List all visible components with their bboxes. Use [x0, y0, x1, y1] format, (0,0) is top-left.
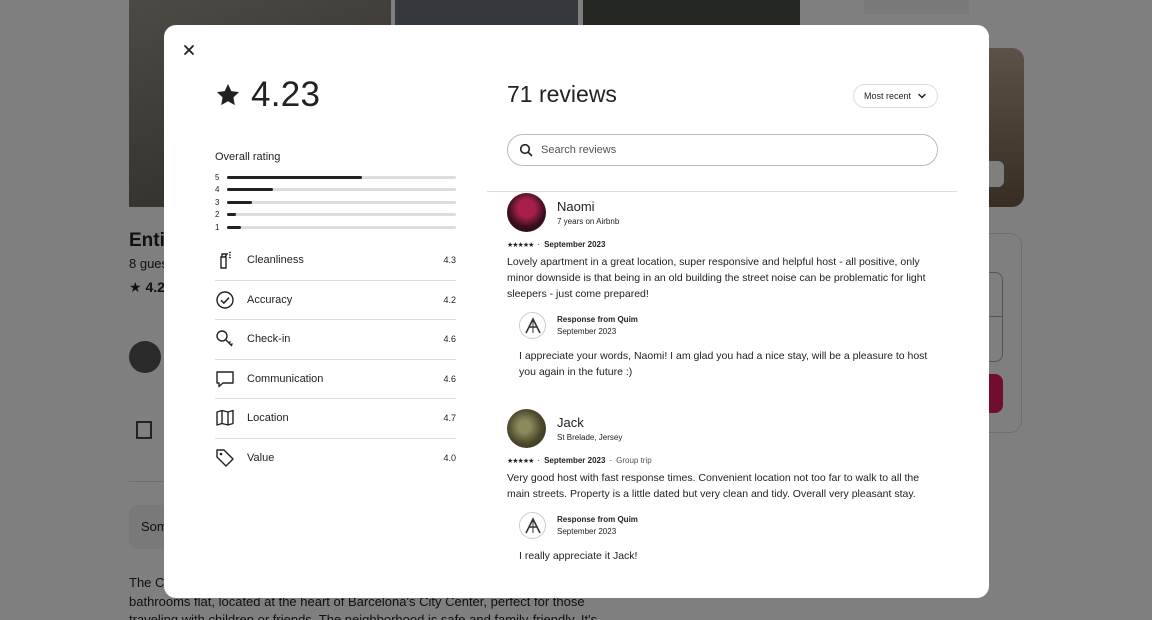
close-button[interactable]: [176, 37, 202, 63]
category-row-location: Location 4.7: [215, 399, 456, 439]
distribution-row-4: 4: [215, 184, 456, 197]
response-text: I appreciate your words, Naomi! I am gla…: [519, 350, 928, 378]
distribution-row-1: 1: [215, 221, 456, 234]
distribution-star-label: 2: [215, 210, 220, 220]
reviewer-avatar[interactable]: [507, 409, 546, 448]
distribution-fill: [227, 188, 273, 192]
review-header: Naomi 7 years on Airbnb: [507, 193, 939, 232]
reviewer-subtitle: 7 years on Airbnb: [557, 217, 620, 226]
overall-score: 4.23: [215, 75, 320, 115]
sort-label: Most recent: [863, 91, 911, 101]
meta-separator: ·: [537, 240, 541, 249]
reviewer-name: Jack: [557, 415, 584, 430]
host-response: Response from Quim September 2023 I real…: [519, 512, 939, 564]
rating-distribution: 5 4 3 2 1: [215, 171, 456, 234]
category-name: Value: [247, 452, 275, 465]
category-value: 4.2: [443, 294, 456, 305]
chat-bubble-icon: [215, 369, 247, 389]
review-trip-type: Group trip: [616, 456, 652, 465]
key-icon: [215, 329, 247, 349]
search-reviews-input[interactable]: [541, 144, 921, 156]
distribution-star-label: 5: [215, 172, 220, 182]
response-date: September 2023: [557, 527, 617, 536]
reviewer-name: Naomi: [557, 199, 595, 214]
meta-separator: ·: [609, 456, 613, 465]
response-date: September 2023: [557, 327, 617, 336]
search-icon: [519, 143, 533, 157]
category-value: 4.7: [443, 413, 456, 424]
distribution-track: [227, 188, 456, 192]
distribution-star-label: 3: [215, 197, 220, 207]
search-reviews-field[interactable]: [507, 134, 938, 166]
review-item: Jack St Brelade, Jersey ★★★★★ · Septembe…: [507, 409, 939, 564]
reviews-count-title: 71 reviews: [507, 81, 617, 107]
category-ratings: Cleanliness 4.3 Accuracy 4.2 Check-in 4.6 Comm…: [215, 241, 456, 478]
overall-score-value: 4.23: [251, 75, 321, 114]
host-avatar: [519, 312, 546, 339]
distribution-fill: [227, 175, 363, 179]
distribution-track: [227, 225, 456, 229]
overall-rating-label: Overall rating: [215, 151, 281, 163]
host-logo-icon: [524, 516, 541, 533]
distribution-track: [227, 213, 456, 217]
check-circle-icon: [215, 290, 247, 310]
category-name: Cleanliness: [247, 254, 304, 267]
host-avatar: [519, 512, 546, 539]
response-header: Response from Quim September 2023: [519, 312, 939, 339]
distribution-star-label: 1: [215, 222, 220, 232]
reviewer-avatar[interactable]: [507, 193, 546, 232]
distribution-row-5: 5: [215, 171, 456, 184]
category-value: 4.0: [443, 453, 456, 464]
reviewer-subtitle: St Brelade, Jersey: [557, 433, 623, 442]
host-logo-icon: [524, 316, 541, 333]
review-date: September 2023: [544, 240, 606, 249]
map-icon: [215, 408, 247, 428]
review-text: Very good host with fast response times.…: [507, 472, 920, 500]
host-response: Response from Quim September 2023 I appr…: [519, 312, 939, 380]
distribution-fill: [227, 200, 253, 204]
review-text: Lovely apartment in a great location, su…: [507, 256, 926, 300]
review-item: Naomi 7 years on Airbnb ★★★★★ · Septembe…: [507, 193, 939, 380]
review-header: Jack St Brelade, Jersey: [507, 409, 939, 448]
category-value: 4.6: [443, 373, 456, 384]
response-header: Response from Quim September 2023: [519, 512, 939, 539]
review-stars: ★★★★★: [507, 457, 534, 465]
meta-separator: ·: [537, 456, 541, 465]
category-name: Check-in: [247, 333, 291, 346]
reviews-modal: 4.23 Overall rating 5 4 3 2 1 Cleanliness 4.3…: [164, 25, 989, 598]
review-date: September 2023: [544, 456, 606, 465]
distribution-track: [227, 175, 456, 179]
tag-icon: [215, 448, 247, 468]
reviews-divider: [487, 191, 957, 192]
review-stars: ★★★★★: [507, 241, 534, 249]
category-value: 4.3: [443, 255, 456, 266]
response-text: I really appreciate it Jack!: [519, 550, 638, 562]
reviews-panel: 71 reviews Most recent Naomi 7 years on …: [487, 25, 989, 598]
category-row-cleanliness: Cleanliness 4.3: [215, 241, 456, 281]
distribution-star-label: 4: [215, 185, 220, 195]
spray-bottle-icon: [215, 250, 247, 270]
chevron-down-icon: [918, 93, 926, 99]
review-meta: ★★★★★ · September 2023 · Group trip: [507, 456, 939, 465]
category-row-value: Value 4.0: [215, 439, 456, 479]
response-title: Response from Quim: [557, 315, 638, 324]
close-icon: [184, 45, 194, 55]
category-row-accuracy: Accuracy 4.2: [215, 281, 456, 320]
star-icon: [216, 83, 240, 106]
category-row-check-in: Check-in 4.6: [215, 320, 456, 360]
review-meta: ★★★★★ · September 2023: [507, 240, 939, 249]
category-value: 4.6: [443, 334, 456, 345]
distribution-fill: [227, 225, 241, 229]
distribution-row-3: 3: [215, 196, 456, 209]
category-name: Location: [247, 412, 289, 425]
distribution-track: [227, 200, 456, 204]
category-row-communication: Communication 4.6: [215, 360, 456, 399]
distribution-fill: [227, 213, 237, 217]
category-name: Accuracy: [247, 293, 293, 306]
sort-dropdown[interactable]: Most recent: [852, 84, 938, 108]
category-name: Communication: [247, 372, 324, 385]
response-title: Response from Quim: [557, 515, 638, 524]
distribution-row-2: 2: [215, 209, 456, 222]
